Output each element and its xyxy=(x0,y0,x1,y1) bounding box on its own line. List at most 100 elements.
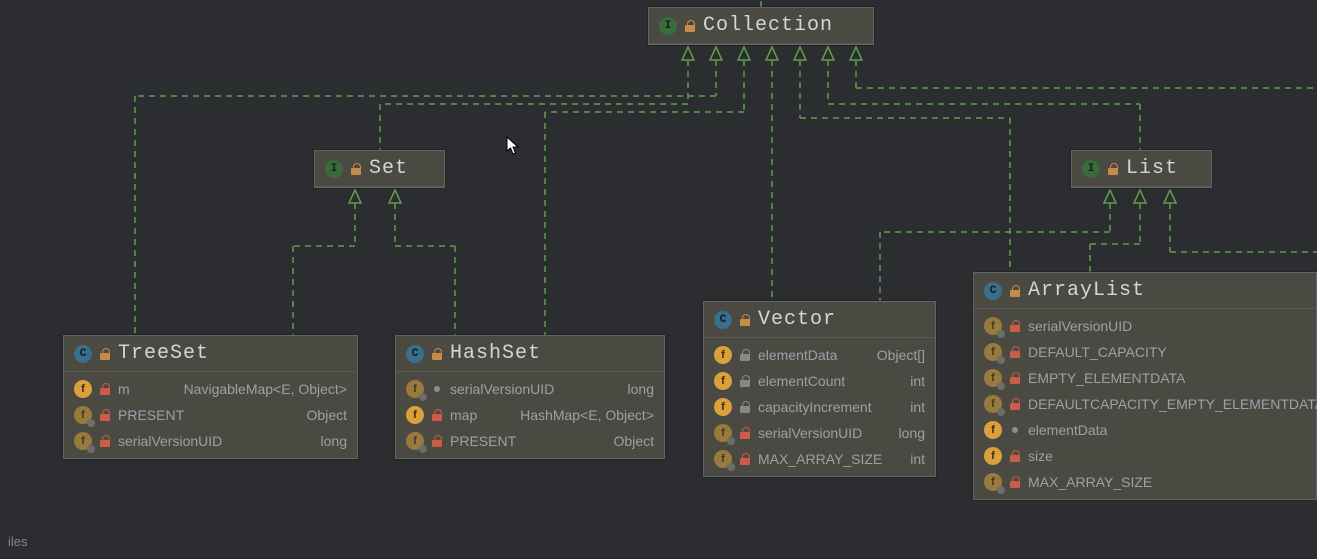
member-name: EMPTY_ELEMENTDATA xyxy=(1028,370,1185,386)
package-private-icon xyxy=(1012,427,1018,433)
field-icon: f xyxy=(74,380,92,398)
interface-icon: I xyxy=(659,17,677,35)
class-icon: C xyxy=(984,282,1002,300)
field-icon: f xyxy=(714,450,732,468)
member-row[interactable]: fPRESENTObject xyxy=(64,402,357,428)
field-icon: f xyxy=(714,424,732,442)
member-row[interactable]: fDEFAULT_CAPACITY xyxy=(974,339,1316,365)
member-name: m xyxy=(118,381,130,397)
field-icon: f xyxy=(406,406,424,424)
member-row[interactable]: f MAX_ARRAY_SIZE xyxy=(974,469,1316,495)
member-type: Object[] xyxy=(877,347,925,363)
member-list: fserialVersionUIDfDEFAULT_CAPACITYfEMPTY… xyxy=(974,309,1316,499)
class-icon: C xyxy=(714,311,732,329)
field-icon: f xyxy=(406,380,424,398)
field-icon: f xyxy=(984,395,1002,413)
member-type: int xyxy=(910,373,925,389)
member-type: int xyxy=(910,399,925,415)
member-name: capacityIncrement xyxy=(758,399,872,415)
lock-icon xyxy=(1010,346,1020,358)
field-icon: f xyxy=(984,369,1002,387)
member-list: felementDataObject[]felementCountintfcap… xyxy=(704,338,935,476)
member-name: elementData xyxy=(758,347,837,363)
node-header[interactable]: ICollection xyxy=(649,8,873,44)
class-icon: C xyxy=(406,345,424,363)
member-row[interactable]: fserialVersionUIDlong xyxy=(64,428,357,454)
member-name: MAX_ARRAY_SIZE xyxy=(758,451,882,467)
member-row[interactable]: f PRESENT Object xyxy=(396,428,664,454)
uml-node-list[interactable]: IList xyxy=(1071,150,1212,188)
member-type: int xyxy=(910,451,925,467)
member-type: Object xyxy=(614,433,654,449)
member-row[interactable]: f elementData Object[] xyxy=(704,342,935,368)
uml-node-vector[interactable]: CVector f elementData Object[] felementCount… xyxy=(703,301,936,477)
member-row[interactable]: f MAX_ARRAY_SIZE int xyxy=(704,446,935,472)
member-row[interactable]: f m NavigableMap<E, Object> xyxy=(64,376,357,402)
member-list: fmNavigableMap<E, Object>fPRESENTObjectf… xyxy=(64,372,357,458)
member-type: NavigableMap<E, Object> xyxy=(184,381,347,397)
uml-node-hashset[interactable]: C HashSet f serialVersionUID long fmapHashMap… xyxy=(395,335,665,459)
member-name: serialVersionUID xyxy=(1028,318,1132,334)
member-name: PRESENT xyxy=(450,433,516,449)
member-name: serialVersionUID xyxy=(758,425,862,441)
lock-icon xyxy=(740,427,750,439)
member-type: Object xyxy=(307,407,347,423)
node-header[interactable]: C ArrayList xyxy=(974,273,1316,309)
lock-icon xyxy=(1010,450,1020,462)
member-row[interactable]: f size xyxy=(974,443,1316,469)
member-list: f serialVersionUID long fmapHashMap<E, Obje… xyxy=(396,372,664,458)
field-icon: f xyxy=(984,473,1002,491)
node-title: HashSet xyxy=(450,342,541,365)
member-name: size xyxy=(1028,448,1053,464)
lock-icon xyxy=(1010,372,1020,384)
member-name: MAX_ARRAY_SIZE xyxy=(1028,474,1152,490)
member-name: elementData xyxy=(1028,422,1107,438)
uml-node-arraylist[interactable]: C ArrayList f serialVersionUID fDEFAULT_CAPA… xyxy=(973,272,1317,500)
lock-icon xyxy=(432,409,442,421)
member-row[interactable]: f serialVersionUID xyxy=(974,313,1316,339)
member-type: long xyxy=(899,425,925,441)
member-name: serialVersionUID xyxy=(450,381,554,397)
node-header[interactable]: I Set xyxy=(315,151,444,187)
uml-node-treeset[interactable]: CTreeSet f m NavigableMap<E, Object> fPRESEN… xyxy=(63,335,358,459)
uml-node-collection[interactable]: ICollection xyxy=(648,7,874,45)
lock-icon xyxy=(685,20,695,32)
member-row[interactable]: f EMPTY_ELEMENTDATA xyxy=(974,365,1316,391)
lock-icon xyxy=(351,163,361,175)
interface-icon: I xyxy=(325,160,343,178)
lock-icon xyxy=(740,401,750,413)
lock-icon xyxy=(740,453,750,465)
field-icon: f xyxy=(406,432,424,450)
member-row[interactable]: fDEFAULTCAPACITY_EMPTY_ELEMENTDATA xyxy=(974,391,1316,417)
field-icon: f xyxy=(714,346,732,364)
node-header[interactable]: CTreeSet xyxy=(64,336,357,372)
node-title: TreeSet xyxy=(118,342,209,365)
field-icon: f xyxy=(714,398,732,416)
mouse-cursor xyxy=(506,136,520,156)
member-row[interactable]: fmapHashMap<E, Object> xyxy=(396,402,664,428)
node-title: Set xyxy=(369,157,408,180)
member-row[interactable]: f serialVersionUID long xyxy=(704,420,935,446)
lock-icon xyxy=(1108,163,1118,175)
lock-icon xyxy=(100,435,110,447)
member-row[interactable]: f serialVersionUID long xyxy=(396,376,664,402)
uml-node-set[interactable]: I Set xyxy=(314,150,445,188)
member-row[interactable]: felementCountint xyxy=(704,368,935,394)
lock-icon xyxy=(740,349,750,361)
interface-icon: I xyxy=(1082,160,1100,178)
member-row[interactable]: f capacityIncrement int xyxy=(704,394,935,420)
field-icon: f xyxy=(714,372,732,390)
package-private-icon xyxy=(434,386,440,392)
node-header[interactable]: IList xyxy=(1072,151,1211,187)
lock-icon xyxy=(100,383,110,395)
member-type: long xyxy=(628,381,654,397)
field-icon: f xyxy=(984,447,1002,465)
member-row[interactable]: felementData xyxy=(974,417,1316,443)
field-icon: f xyxy=(984,317,1002,335)
files-tab-partial[interactable]: iles xyxy=(0,530,36,553)
lock-icon xyxy=(1010,398,1020,410)
field-icon: f xyxy=(74,406,92,424)
node-header[interactable]: C HashSet xyxy=(396,336,664,372)
node-title: ArrayList xyxy=(1028,279,1145,302)
node-header[interactable]: CVector xyxy=(704,302,935,338)
